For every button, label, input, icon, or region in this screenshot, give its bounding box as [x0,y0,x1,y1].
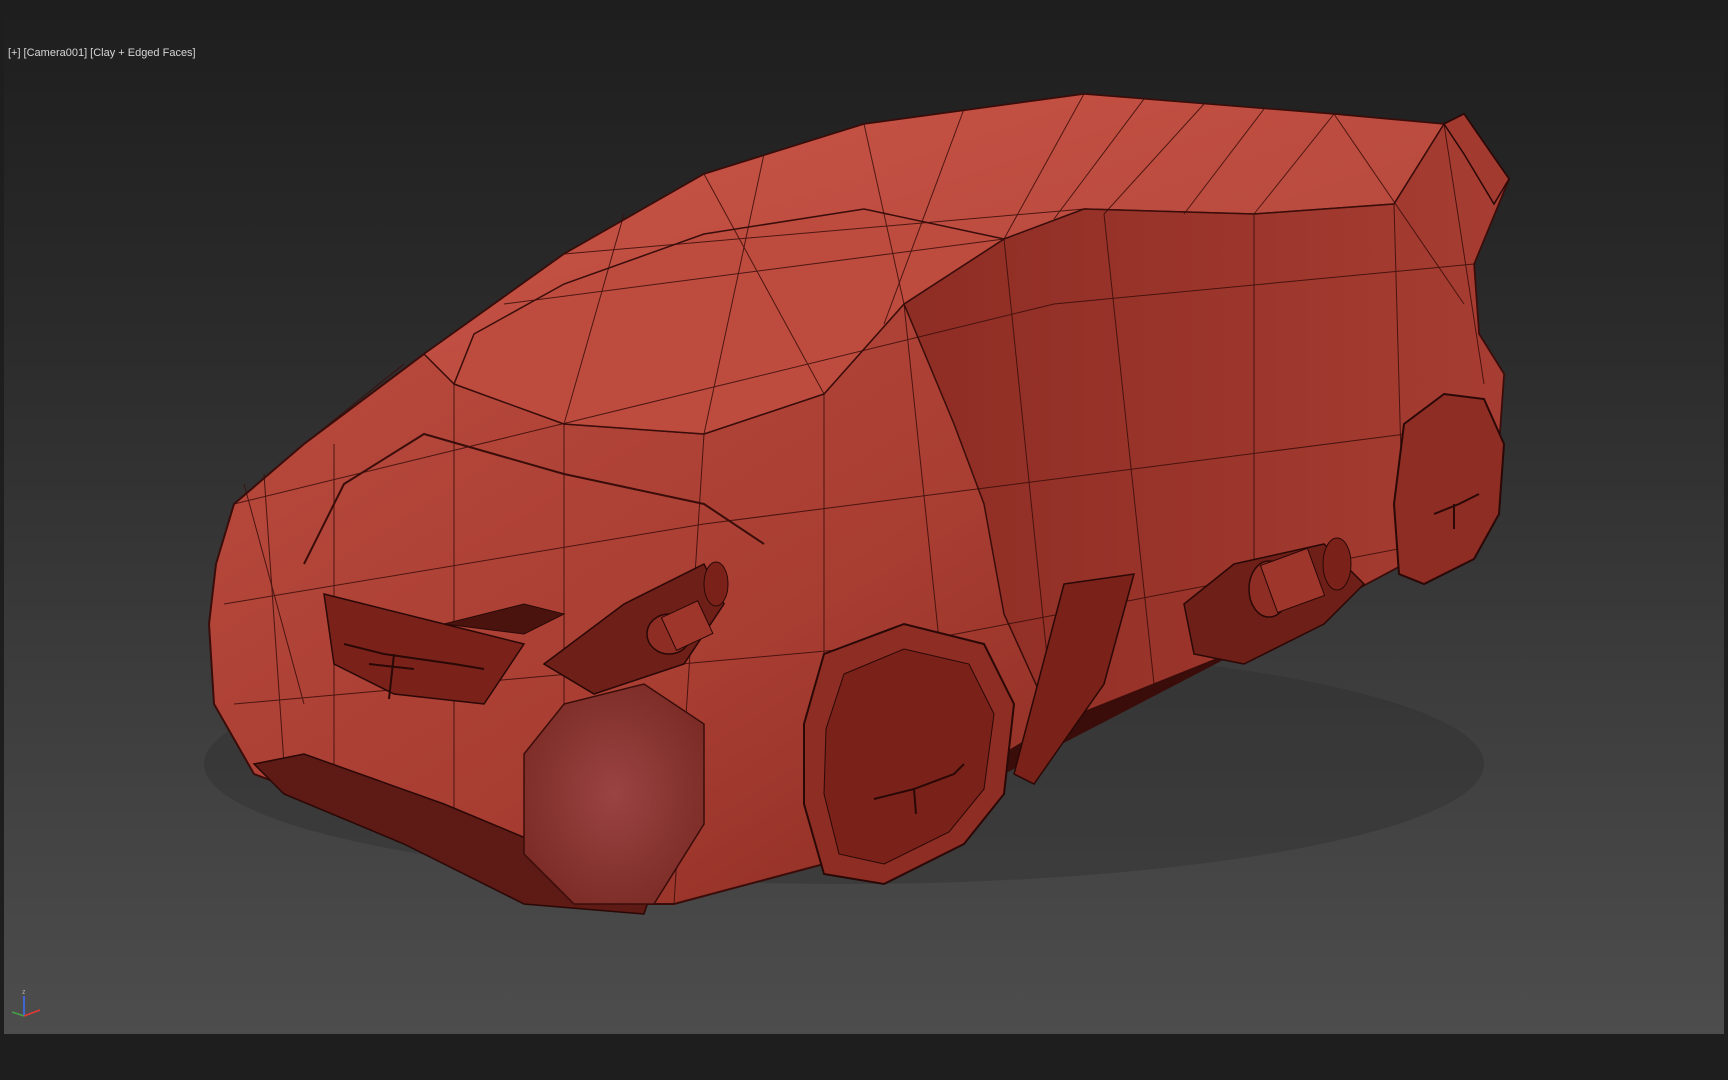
viewport-menu-plus[interactable]: [+] [8,47,21,59]
viewport-label[interactable]: [+] [Camera001] [Clay + Edged Faces] [8,47,196,59]
rear-wheel-pod[interactable] [1392,392,1506,586]
camera-viewport[interactable]: [+] [Camera001] [Clay + Edged Faces] z [4,4,1724,1034]
viewport-shading-label[interactable]: [Clay + Edged Faces] [90,47,195,59]
bottom-bar [0,1034,1728,1080]
axis-z-label: z [22,989,26,996]
viewport-camera-label[interactable]: [Camera001] [24,47,88,59]
app-window: [+] [Camera001] [Clay + Edged Faces] z [0,0,1728,1080]
axis-gizmo: z [11,989,41,1017]
axis-x-icon [23,1009,41,1017]
car-clay-model[interactable] [4,4,1724,1034]
axis-y-icon [11,1011,25,1017]
